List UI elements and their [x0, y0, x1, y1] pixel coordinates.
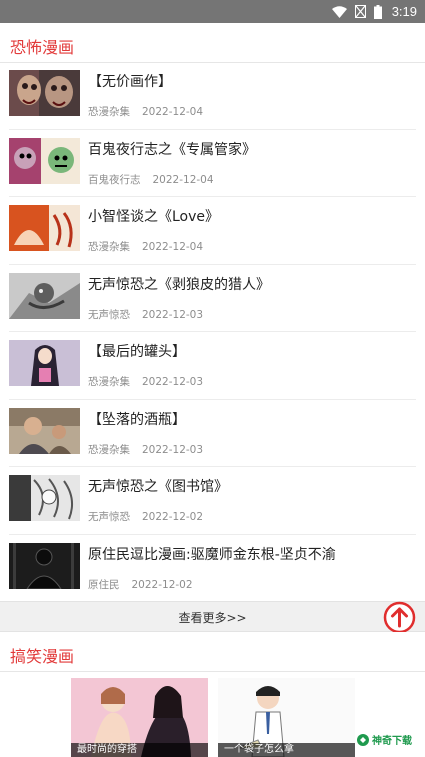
list-item[interactable]: 【无价画作】 恐漫杂集 2022-12-04 [0, 62, 425, 130]
thumbnail-image [9, 272, 80, 319]
status-icons: 3:19 [331, 2, 417, 21]
view-more-button[interactable]: 查看更多>> [0, 601, 425, 632]
item-meta: 恐漫杂集 2022-12-04 [88, 104, 203, 119]
item-meta: 百鬼夜行志 2022-12-04 [88, 172, 214, 187]
section-title-funny: 搞笑漫画 [10, 647, 75, 666]
logo-icon [357, 733, 369, 746]
watermark-text: 神奇下载 [372, 736, 412, 747]
thumbnail-image [9, 205, 80, 251]
list-item[interactable]: 小智怪谈之《Love》 恐漫杂集 2022-12-04 [0, 197, 425, 265]
item-date: 2022-12-04 [142, 106, 204, 118]
thumbnail-image [9, 542, 80, 589]
item-title: 【无价画作】 [88, 74, 172, 90]
banner-card[interactable]: 最时尚的穿搭 [71, 678, 208, 757]
battery-icon [373, 4, 382, 19]
thumbnail-image [9, 340, 80, 386]
item-category: 恐漫杂集 [88, 241, 130, 253]
banner-card[interactable]: 一个袋子怎么拿 [218, 678, 355, 757]
view-more-label: 查看更多>> [178, 611, 247, 625]
thumbnail-image [9, 475, 80, 521]
list-item[interactable]: 原住民逗比漫画:驱魔师金东根-坚贞不渝 原住民 2022-12-02 [0, 535, 425, 603]
item-category: 恐漫杂集 [88, 376, 130, 388]
item-title: 原住民逗比漫画:驱魔师金东根-坚贞不渝 [88, 546, 336, 563]
item-title: 无声惊恐之《图书馆》 [88, 479, 228, 495]
item-title: 小智怪谈之《Love》 [88, 209, 220, 225]
item-meta: 无声惊恐 2022-12-03 [88, 307, 203, 322]
thumbnail-image [9, 407, 80, 454]
signal-off-icon [354, 5, 366, 18]
item-date: 2022-12-03 [142, 443, 204, 456]
list-item[interactable]: 【最后的罐头】 恐漫杂集 2022-12-03 [0, 332, 425, 400]
item-category: 无声惊恐 [88, 511, 130, 523]
item-date: 2022-12-03 [142, 308, 204, 321]
item-meta: 恐漫杂集 2022-12-03 [88, 374, 203, 389]
item-title: 无声惊恐之《剥狼皮的猎人》 [88, 276, 270, 293]
watermark-logo: 神奇下载 [356, 732, 412, 747]
list-item[interactable]: 【坠落的酒瓶】 恐漫杂集 2022-12-03 [0, 400, 425, 467]
item-date: 2022-12-03 [142, 376, 204, 388]
section-header-horror: 恐怖漫画 [0, 23, 425, 63]
section-header-funny: 搞笑漫画 [0, 632, 425, 672]
item-title: 百鬼夜行志之《专属管家》 [88, 141, 256, 158]
thumbnail-image [9, 70, 80, 116]
horror-list: 【无价画作】 恐漫杂集 2022-12-04 百鬼夜行志之《专属管家》 百鬼夜行志… [0, 62, 425, 602]
item-meta: 恐漫杂集 2022-12-04 [88, 239, 203, 254]
item-meta: 恐漫杂集 2022-12-03 [88, 442, 203, 457]
item-date: 2022-12-02 [131, 578, 193, 591]
item-category: 百鬼夜行志 [88, 173, 141, 186]
item-date: 2022-12-04 [152, 173, 214, 186]
list-item[interactable]: 无声惊恐之《图书馆》 无声惊恐 2022-12-02 [0, 467, 425, 535]
status-bar: 3:19 [0, 0, 425, 23]
item-date: 2022-12-02 [142, 511, 204, 523]
item-category: 无声惊恐 [88, 308, 130, 321]
arrow-up-circle-icon[interactable] [383, 601, 416, 634]
item-date: 2022-12-04 [142, 241, 204, 253]
wifi-icon [331, 5, 347, 18]
banner-caption: 最时尚的穿搭 [71, 743, 208, 757]
section-title-horror: 恐怖漫画 [10, 38, 75, 57]
item-category: 恐漫杂集 [88, 106, 130, 118]
item-category: 恐漫杂集 [88, 443, 130, 456]
item-title: 【最后的罐头】 [88, 344, 186, 360]
item-category: 原住民 [88, 578, 120, 591]
item-title: 【坠落的酒瓶】 [88, 411, 186, 428]
item-meta: 原住民 2022-12-02 [88, 577, 193, 592]
item-meta: 无声惊恐 2022-12-02 [88, 509, 203, 524]
status-time: 3:19 [391, 4, 417, 19]
banner-caption: 一个袋子怎么拿 [218, 743, 355, 757]
list-item[interactable]: 百鬼夜行志之《专属管家》 百鬼夜行志 2022-12-04 [0, 130, 425, 197]
thumbnail-image [9, 137, 80, 184]
list-item[interactable]: 无声惊恐之《剥狼皮的猎人》 无声惊恐 2022-12-03 [0, 265, 425, 332]
